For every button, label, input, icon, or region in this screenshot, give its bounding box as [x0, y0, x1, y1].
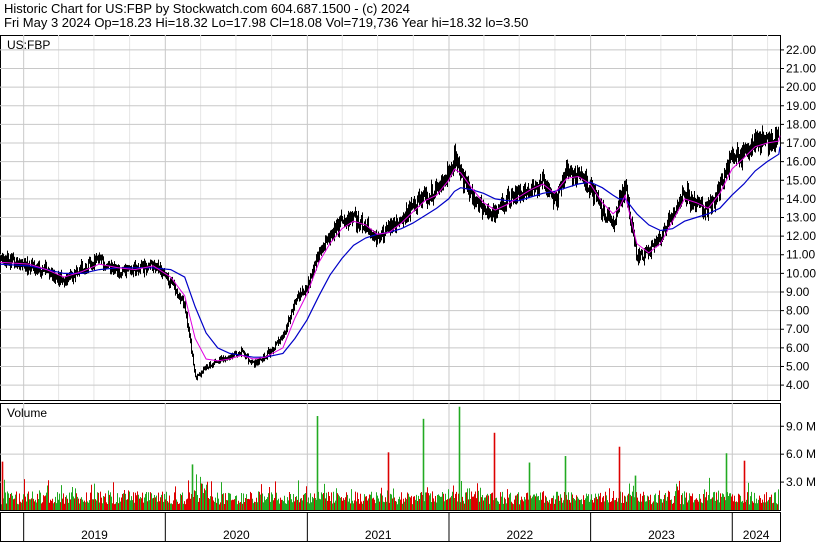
chart-canvas: 22.00 21.00 20.00 19.00 18.00 17.00 16.00 15.00…: [0, 35, 816, 542]
x-axis-years: 2019 2020 2021 2022 2023 2024: [0, 512, 781, 542]
volume-panel-label: Volume: [7, 406, 47, 420]
price-tick-label: 22.00: [786, 43, 816, 57]
price-panel: 22.00 21.00 20.00 19.00 18.00 17.00 16.00 15.00…: [0, 35, 816, 401]
price-tick-label: 13.00: [786, 211, 816, 225]
price-tick-label: 14.00: [786, 192, 816, 206]
price-tick-label: 19.00: [786, 99, 816, 113]
price-tick-label: 21.00: [786, 62, 816, 76]
price-tick-label: 5.00: [786, 359, 810, 373]
year-label: 2020: [223, 528, 250, 542]
price-tick-label: 8.00: [786, 304, 810, 318]
price-tick-label: 18.00: [786, 117, 816, 131]
year-label: 2022: [506, 528, 533, 542]
chart-window: Historic Chart for US:FBP by Stockwatch.…: [0, 0, 830, 543]
volume-panel: 9.0 M 6.0 M 3.0 M Volume: [0, 403, 816, 511]
volume-tick-label: 6.0 M: [786, 447, 816, 461]
price-tick-label: 11.00: [786, 248, 815, 262]
price-tick-label: 12.00: [786, 229, 816, 243]
price-tick-label: 10.00: [786, 266, 816, 280]
year-label: 2019: [81, 528, 108, 542]
price-panel-label: US:FBP: [7, 38, 50, 52]
volume-y-axis: 9.0 M 6.0 M 3.0 M: [780, 419, 816, 489]
price-tick-label: 6.00: [786, 341, 810, 355]
price-tick-label: 16.00: [786, 155, 816, 169]
volume-tick-label: 9.0 M: [786, 419, 816, 433]
price-tick-label: 20.00: [786, 80, 816, 94]
year-label: 2021: [365, 528, 392, 542]
price-tick-label: 15.00: [786, 173, 816, 187]
price-tick-label: 17.00: [786, 136, 816, 150]
price-tick-label: 9.00: [786, 285, 810, 299]
year-label: 2023: [648, 528, 675, 542]
price-tick-label: 4.00: [786, 378, 810, 392]
price-y-axis: 22.00 21.00 20.00 19.00 18.00 17.00 16.00 15.00…: [780, 43, 816, 392]
price-tick-label: 7.00: [786, 322, 810, 336]
volume-tick-label: 3.0 M: [786, 475, 816, 489]
year-label: 2024: [743, 528, 770, 542]
